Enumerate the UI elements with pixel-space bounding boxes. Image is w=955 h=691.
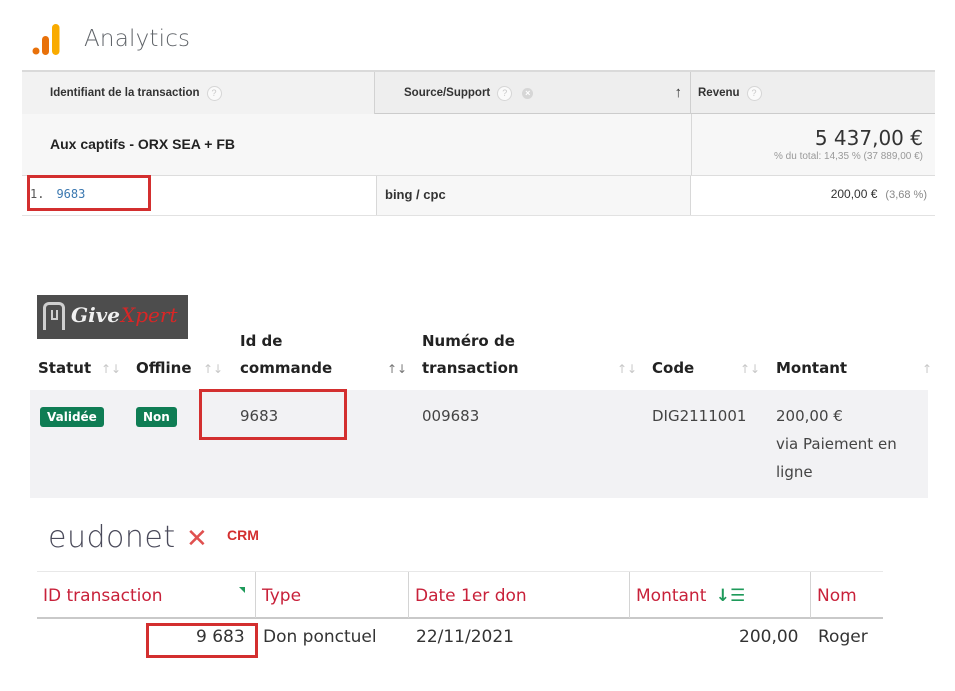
logo-text-give: Give [71, 303, 121, 327]
givexpert-logo: Give Xpert [37, 295, 188, 339]
offline-badge: Non [136, 407, 177, 427]
column-header-montant[interactable]: Montant ↓☰ [629, 572, 810, 618]
column-label: Source/Support [404, 87, 491, 99]
payment-method-line1: via Paiement en [776, 435, 897, 453]
sort-descending-icon[interactable]: ↓☰ [716, 586, 745, 606]
status-badge: Validée [40, 407, 104, 427]
column-header-code[interactable]: Code [652, 355, 694, 382]
column-label: Date 1er don [415, 586, 527, 606]
sort-icon[interactable]: ↑↓ [387, 362, 407, 376]
date-cell: 22/11/2021 [416, 627, 514, 647]
revenue-value: 200,00 € [830, 187, 878, 201]
sort-ascending-icon[interactable]: ↑ [675, 84, 683, 101]
column-indicator-icon [239, 587, 245, 593]
column-label-line1: Numéro de [422, 332, 515, 350]
column-label: Montant [776, 359, 848, 377]
montant-cell: 200,00 € via Paiement en ligne [776, 402, 897, 486]
column-label: ID transaction [43, 586, 163, 606]
givexpert-logo-icon [43, 302, 65, 330]
sort-icon[interactable]: ↑ [922, 362, 932, 376]
column-label: Offline [136, 359, 192, 377]
revenue-percent: (3,68 %) [885, 189, 927, 201]
transaction-id-link[interactable]: 9683 [56, 187, 85, 201]
montant-value: 200,00 € [776, 407, 843, 425]
sort-icon[interactable]: ↑↓ [203, 362, 223, 376]
eudonet-logo-text: eudonet [48, 520, 176, 555]
column-header-id-commande[interactable]: Id de commande [240, 328, 332, 382]
analytics-app-title: Analytics [84, 26, 191, 52]
column-label: Montant [636, 586, 707, 606]
table-row: Validée Non 9683 009683 DIG2111001 200,0… [30, 390, 928, 498]
sort-icon[interactable]: ↑↓ [617, 362, 637, 376]
revenue-total: 5 437,00 € [814, 126, 923, 150]
revenue-cell: 200,00 € (3,68 %) [831, 187, 927, 201]
group-label: Aux captifs - ORX SEA + FB [50, 136, 236, 152]
type-cell: Don ponctuel [263, 627, 377, 647]
column-header-date-1er-don[interactable]: Date 1er don [408, 572, 629, 618]
help-icon[interactable]: ? [746, 85, 762, 101]
column-header-revenue[interactable]: Revenu ? [692, 72, 935, 114]
row-index: 1. [30, 187, 45, 201]
transaction-id-cell: 1. 9683 [30, 187, 85, 201]
column-label: Code [652, 359, 695, 377]
analytics-table-header: Identifiant de la transaction ? Source/S… [22, 70, 935, 114]
source-support-cell: bing / cpc [376, 176, 691, 215]
column-header-nom[interactable]: Nom [810, 572, 883, 618]
column-label-line2: commande [240, 359, 333, 377]
column-label: Nom [817, 586, 857, 606]
sort-icon[interactable]: ↑↓ [101, 362, 121, 376]
id-commande-cell: 9683 [240, 407, 279, 425]
column-header-source-support[interactable]: Source/Support ? × ↑ [376, 72, 691, 114]
analytics-report-table: Identifiant de la transaction ? Source/S… [22, 70, 935, 218]
column-header-type[interactable]: Type [255, 572, 408, 618]
help-icon[interactable]: ? [206, 85, 222, 101]
column-header-offline[interactable]: Offline [136, 355, 192, 382]
column-header-transaction-id[interactable]: Identifiant de la transaction ? [22, 72, 375, 114]
help-icon[interactable]: ? [497, 85, 513, 101]
eudonet-table-header: ID transaction Type Date 1er don Montant… [37, 571, 883, 619]
table-row: 1. 9683 bing / cpc 200,00 € (3,68 %) [22, 176, 935, 216]
eudonet-logo-icon: ✕ [186, 524, 208, 554]
logo-text-xpert: Xpert [121, 303, 178, 327]
crm-label: CRM [227, 527, 259, 543]
column-header-statut[interactable]: Statut [38, 355, 91, 382]
column-label-line2: transaction [422, 359, 519, 377]
montant-cell: 200,00 [739, 627, 799, 647]
column-header-id-transaction[interactable]: ID transaction [37, 572, 255, 618]
group-revenue-cell: 5 437,00 € % du total: 14,35 % (37 889,0… [691, 114, 935, 175]
column-label: Revenu [698, 87, 740, 99]
analytics-group-row: Aux captifs - ORX SEA + FB 5 437,00 € % … [22, 114, 935, 176]
remove-dimension-icon[interactable]: × [522, 87, 534, 99]
column-label: Identifiant de la transaction [50, 87, 200, 99]
column-header-numero-transaction[interactable]: Numéro de transaction [422, 328, 519, 382]
google-analytics-logo-icon [32, 24, 60, 55]
column-header-montant[interactable]: Montant [776, 355, 847, 382]
revenue-share-of-total: % du total: 14,35 % (37 889,00 €) [774, 151, 923, 162]
code-cell: DIG2111001 [652, 407, 747, 425]
numero-transaction-cell: 009683 [422, 407, 480, 425]
column-label: Type [262, 586, 302, 606]
column-label: Statut [38, 359, 92, 377]
id-transaction-cell: 9 683 [196, 627, 245, 647]
column-label-line1: Id de [240, 332, 283, 350]
sort-icon[interactable]: ↑↓ [740, 362, 760, 376]
nom-cell: Roger [818, 627, 868, 647]
payment-method-line2: ligne [776, 463, 813, 481]
